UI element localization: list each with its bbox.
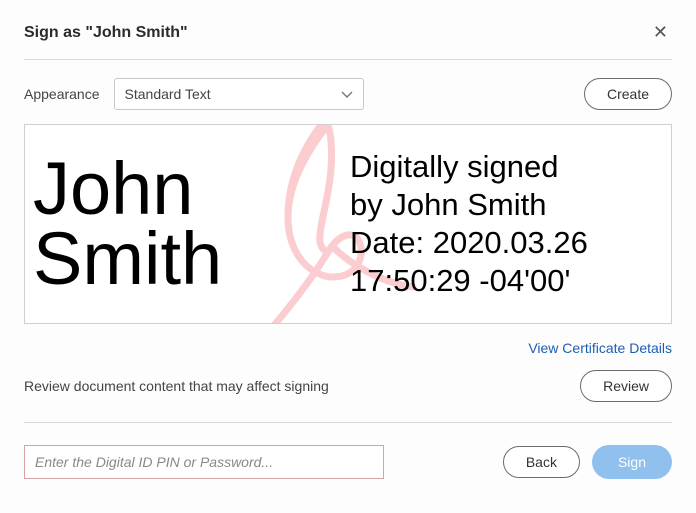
- dialog-title: Sign as "John Smith": [24, 24, 188, 42]
- action-row: Back Sign: [24, 445, 672, 479]
- appearance-label: Appearance: [24, 86, 100, 102]
- dialog-header: Sign as "John Smith" ✕: [24, 20, 672, 60]
- appearance-selected: Standard Text: [125, 86, 211, 102]
- appearance-dropdown[interactable]: Standard Text: [114, 78, 364, 110]
- back-button[interactable]: Back: [503, 446, 580, 478]
- create-button[interactable]: Create: [584, 78, 672, 110]
- view-certificate-link[interactable]: View Certificate Details: [528, 340, 672, 356]
- signature-name: John Smith: [25, 125, 350, 323]
- review-message: Review document content that may affect …: [24, 378, 329, 394]
- cert-link-row: View Certificate Details: [24, 340, 672, 356]
- review-row: Review document content that may affect …: [24, 370, 672, 423]
- signature-details: Digitally signed by John Smith Date: 202…: [350, 125, 671, 323]
- signature-preview: John Smith Digitally signed by John Smit…: [24, 124, 672, 324]
- pin-input[interactable]: [24, 445, 384, 479]
- sign-button[interactable]: Sign: [592, 445, 672, 479]
- review-button[interactable]: Review: [580, 370, 672, 402]
- chevron-down-icon: [341, 86, 353, 102]
- close-icon[interactable]: ✕: [649, 20, 672, 45]
- appearance-row: Appearance Standard Text Create: [24, 78, 672, 110]
